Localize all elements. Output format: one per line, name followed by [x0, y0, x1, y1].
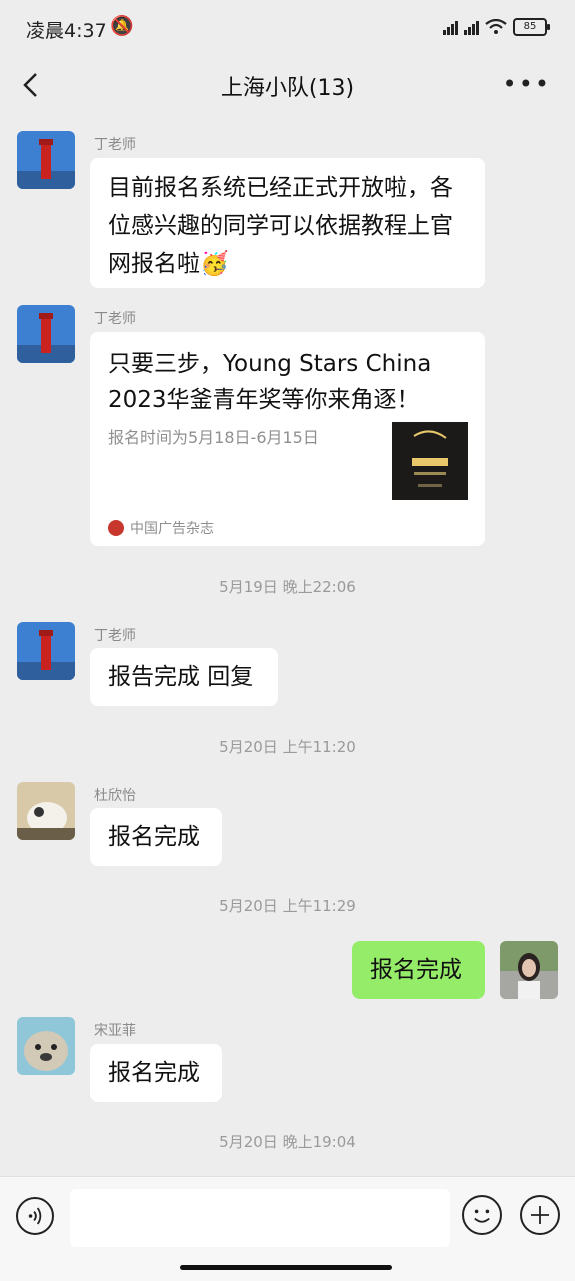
battery-icon: 85: [513, 18, 550, 36]
message-bubble[interactable]: 报告完成 回复: [90, 648, 278, 706]
status-bar: 凌晨4:37 🔕 85: [0, 0, 575, 56]
magazine-logo-icon: [108, 520, 124, 536]
chat-title: 上海小队(13): [220, 76, 355, 101]
smile-icon[interactable]: [462, 1195, 502, 1235]
timestamp: 5月20日 晚上19:04: [219, 1133, 356, 1151]
home-indicator: [180, 1265, 392, 1270]
signal-icon: [464, 19, 479, 35]
message-line: 网报名啦🥳: [108, 251, 229, 277]
avatar[interactable]: [17, 622, 75, 680]
avatar[interactable]: [17, 1017, 75, 1075]
more-horizontal-icon[interactable]: •••: [503, 70, 551, 98]
input-bar: [0, 1176, 575, 1281]
chat-header: 上海小队(13) •••: [0, 56, 575, 116]
status-time: 凌晨4:37: [26, 20, 107, 42]
status-indicators: 85: [443, 18, 550, 36]
timestamp: 5月20日 上午11:20: [219, 738, 356, 756]
card-title-line: 只要三步，Young Stars China: [108, 351, 432, 377]
message-line: 位感兴趣的同学可以依据教程上官: [108, 213, 453, 239]
message-line: 目前报名系统已经正式开放啦，各: [108, 175, 453, 201]
card-source: 中国广告杂志: [108, 518, 214, 538]
sender-name: 丁老师: [94, 311, 136, 327]
message-bubble[interactable]: 目前报名系统已经正式开放啦，各 位感兴趣的同学可以依据教程上官 网报名啦🥳: [90, 158, 485, 288]
message-text: 报名完成: [370, 957, 462, 983]
message-text: 报名完成: [108, 1060, 200, 1086]
message-text: 报名完成: [108, 824, 200, 850]
avatar[interactable]: [17, 131, 75, 189]
card-description: 报名时间为5月18日-6月15日: [108, 428, 319, 447]
sender-name: 丁老师: [94, 137, 136, 153]
party-face-emoji: 🥳: [200, 251, 229, 277]
card-source-name: 中国广告杂志: [130, 521, 214, 537]
message-bubble[interactable]: 报名完成: [90, 1044, 222, 1102]
avatar[interactable]: [17, 782, 75, 840]
signal-icon: [443, 19, 458, 35]
sender-name: 丁老师: [94, 628, 136, 644]
link-card[interactable]: 只要三步，Young Stars China 2023华釜青年奖等你来角逐！ 报…: [90, 332, 485, 546]
message-text: 报告完成 回复: [108, 664, 254, 690]
sender-name: 宋亚菲: [94, 1023, 136, 1039]
voice-icon[interactable]: [16, 1197, 54, 1235]
card-title-line: 2023华釜青年奖等你来角逐！: [108, 387, 420, 413]
timestamp: 5月19日 晚上22:06: [219, 578, 356, 596]
wifi-icon: [485, 19, 507, 34]
plus-circle-icon[interactable]: [520, 1195, 560, 1235]
bell-off-icon: 🔕: [110, 15, 134, 37]
message-input[interactable]: [70, 1189, 450, 1247]
message-bubble[interactable]: 报名完成: [90, 808, 222, 866]
timestamp: 5月20日 上午11:29: [219, 897, 356, 915]
self-avatar[interactable]: [500, 941, 558, 999]
message-bubble-self[interactable]: 报名完成: [352, 941, 485, 999]
avatar[interactable]: [17, 305, 75, 363]
sender-name: 杜欣怡: [94, 788, 136, 804]
card-thumbnail: [392, 422, 468, 500]
